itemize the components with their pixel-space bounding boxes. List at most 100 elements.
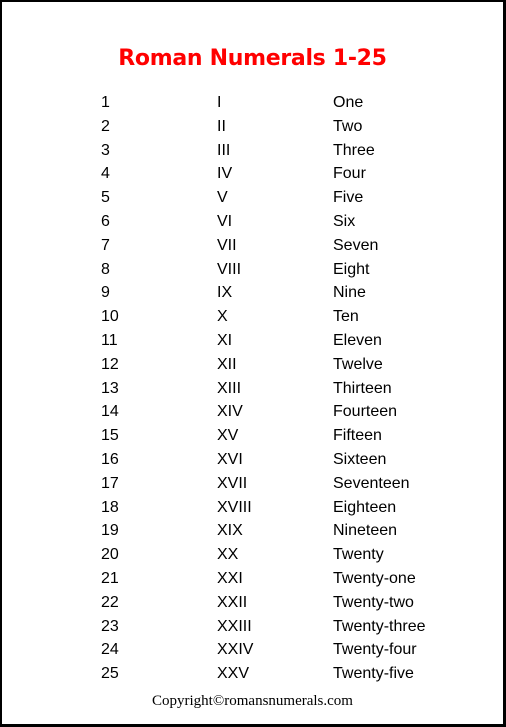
table-row: 19 XIX Nineteen — [2, 520, 503, 544]
number-cell: 20 — [101, 546, 119, 564]
table-row: 11 XI Eleven — [2, 330, 503, 354]
word-cell: Eleven — [333, 332, 382, 349]
number-cell: 3 — [101, 141, 110, 159]
number-cell: 13 — [101, 379, 119, 397]
table-row: 12 XII Twelve — [2, 354, 503, 378]
table-row: 10 X Ten — [2, 306, 503, 330]
number-cell: 23 — [101, 617, 119, 635]
roman-numeral-cell: V — [217, 189, 228, 207]
word-cell: Twenty-one — [333, 570, 416, 587]
word-cell: Eighteen — [333, 498, 397, 516]
roman-numeral-cell: XVII — [217, 474, 248, 492]
roman-numeral-cell: III — [217, 141, 231, 159]
word-cell: Thirteen — [333, 379, 392, 397]
roman-numeral-cell: IX — [217, 284, 233, 302]
word-cell: Twelve — [333, 355, 383, 373]
table-row: 22 XXII Twenty-two — [2, 592, 503, 616]
table-row: 20 XX Twenty — [2, 544, 503, 568]
roman-numeral-cell: XIII — [217, 379, 242, 397]
number-cell: 25 — [101, 665, 119, 683]
word-cell: Twenty-three — [333, 617, 426, 635]
number-cell: 9 — [101, 284, 110, 302]
table-row: 21 XXI Twenty-one — [2, 568, 503, 592]
roman-numeral-cell: XVI — [217, 451, 243, 468]
word-cell: Eight — [333, 260, 370, 278]
word-cell: Two — [333, 117, 363, 135]
number-cell: 15 — [101, 427, 119, 445]
word-cell: Four — [333, 165, 366, 183]
number-cell: 16 — [101, 451, 119, 468]
table-row: 14 XIV Fourteen — [2, 401, 503, 425]
number-cell: 14 — [101, 403, 119, 421]
roman-numeral-cell: XXIII — [217, 617, 252, 635]
roman-numeral-cell: IV — [217, 165, 233, 183]
number-cell: 4 — [101, 165, 110, 183]
roman-numeral-cell: I — [217, 94, 222, 111]
word-cell: Fifteen — [333, 427, 382, 445]
roman-numeral-cell: XXIV — [217, 641, 254, 659]
number-cell: 21 — [101, 570, 119, 587]
roman-numeral-cell: II — [217, 117, 226, 135]
number-cell: 10 — [101, 308, 119, 326]
number-cell: 5 — [101, 189, 110, 207]
roman-numeral-cell: VIII — [217, 260, 242, 278]
roman-numeral-cell: XI — [217, 332, 233, 349]
table-row: 4 IV Four — [2, 163, 503, 187]
number-cell: 17 — [101, 474, 119, 492]
roman-numeral-cell: XXV — [217, 665, 250, 683]
number-cell: 24 — [101, 641, 119, 659]
table-row: 3 III Three — [2, 140, 503, 164]
chart-sheet: Roman Numerals 1-25 1 I One 2 II Two 3 III Three… — [0, 0, 506, 727]
table-row: 5 V Five — [2, 187, 503, 211]
roman-numeral-cell: XII — [217, 355, 237, 373]
table-row: 9 IX Nine — [2, 282, 503, 306]
table-row: 18 XVIII Eighteen — [2, 497, 503, 521]
word-cell: Ten — [333, 308, 359, 326]
table-row: 6 VI Six — [2, 211, 503, 235]
word-cell: Sixteen — [333, 451, 387, 468]
number-cell: 8 — [101, 260, 110, 278]
word-cell: Five — [333, 189, 364, 207]
roman-numeral-cell: VII — [217, 236, 237, 254]
table-row: 25 XXV Twenty-five — [2, 663, 503, 687]
table-row: 17 XVII Seventeen — [2, 473, 503, 497]
word-cell: Seventeen — [333, 474, 410, 492]
roman-numeral-cell: XIV — [217, 403, 243, 421]
word-cell: Fourteen — [333, 403, 398, 421]
word-cell: Nineteen — [333, 522, 398, 540]
table-row: 8 VIII Eight — [2, 259, 503, 283]
word-cell: Six — [333, 213, 356, 230]
number-cell: 7 — [101, 236, 110, 254]
word-cell: Twenty-two — [333, 593, 414, 611]
number-cell: 12 — [101, 355, 119, 373]
word-cell: Twenty-four — [333, 641, 417, 659]
number-cell: 22 — [101, 593, 119, 611]
table-row: 13 XIII Thirteen — [2, 378, 503, 402]
number-cell: 2 — [101, 117, 110, 135]
word-cell: One — [333, 94, 364, 111]
roman-numeral-cell: XXI — [217, 570, 243, 587]
word-cell: Nine — [333, 284, 366, 302]
word-cell: Twenty — [333, 546, 384, 564]
roman-numeral-cell: VI — [217, 213, 233, 230]
table-row: 15 XV Fifteen — [2, 425, 503, 449]
number-cell: 1 — [101, 94, 110, 111]
number-cell: 19 — [101, 522, 119, 540]
table-row: 24 XXIV Twenty-four — [2, 639, 503, 663]
word-cell: Three — [333, 141, 375, 159]
number-cell: 18 — [101, 498, 119, 516]
table-row: 16 XVI Sixteen — [2, 449, 503, 473]
number-cell: 11 — [101, 332, 118, 349]
table-row: 7 VII Seven — [2, 235, 503, 259]
roman-numeral-cell: XIX — [217, 522, 243, 540]
copyright-footer: Copyright©romansnumerals.com — [152, 693, 353, 709]
table-row: 2 II Two — [2, 116, 503, 140]
word-cell: Twenty-five — [333, 665, 414, 683]
word-cell: Seven — [333, 236, 379, 254]
number-cell: 6 — [101, 213, 110, 230]
roman-numeral-cell: XXII — [217, 593, 248, 611]
roman-numeral-cell: X — [217, 308, 228, 326]
table-row: 1 I One — [2, 92, 503, 116]
roman-numeral-cell: XX — [217, 546, 239, 564]
page-title: Roman Numerals 1-25 — [118, 46, 387, 71]
